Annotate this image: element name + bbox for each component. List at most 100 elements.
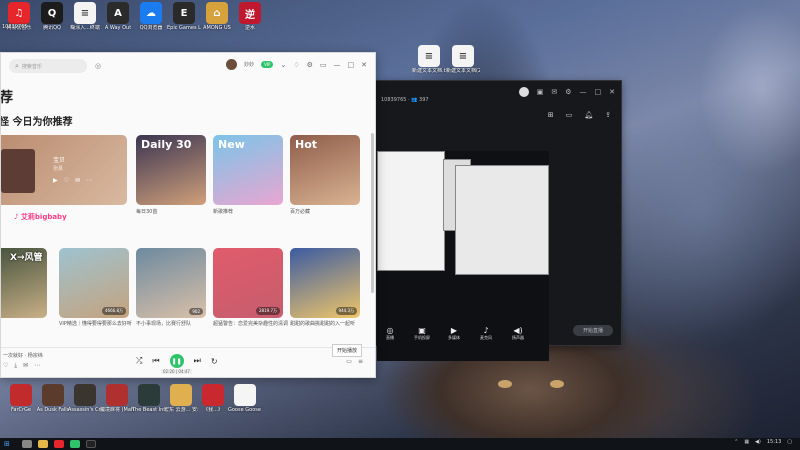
clock[interactable]: 15:13: [767, 439, 781, 445]
network-icon[interactable]: ▦: [744, 439, 749, 445]
desktop-game-icon[interactable]: 《我...》: [196, 384, 230, 413]
desktop-icon-label: 腾讯QQ: [43, 25, 61, 31]
desktop-icon-qq[interactable]: Q 腾讯QQ: [35, 2, 69, 31]
maximize-icon[interactable]: □: [595, 88, 602, 96]
next-icon[interactable]: ⏭: [194, 356, 201, 366]
username[interactable]: 妙妙: [244, 61, 254, 68]
playlist-card-recommend[interactable]: 宝贝 张悬 ▶♡✉⋯: [1, 135, 127, 205]
playlist-card-hot[interactable]: Hot: [290, 135, 360, 205]
card-caption: 新歌推荐: [213, 209, 234, 215]
page-title: 荐: [0, 90, 13, 106]
mail-icon[interactable]: ✉: [551, 88, 557, 96]
scrollbar[interactable]: [371, 133, 374, 293]
minimize-icon[interactable]: —: [580, 88, 587, 96]
chat-icon[interactable]: ▭: [566, 111, 573, 119]
desktop-game-icon[interactable]: 魔境麻将 (Mahjong...: [100, 384, 134, 413]
broadcast-icon: ◎: [386, 325, 394, 335]
share-icon[interactable]: ⇪: [605, 111, 611, 119]
close-icon[interactable]: ✕: [609, 88, 615, 96]
download-icon[interactable]: ⤓: [14, 362, 23, 369]
volume-icon[interactable]: ◀): [755, 439, 761, 445]
playlist-icon[interactable]: ≡: [358, 358, 363, 365]
live-tool-1[interactable]: ▣ 手机投屏: [411, 326, 433, 341]
avatar[interactable]: [518, 87, 529, 97]
search-input[interactable]: ⌕ 搜索音乐: [9, 59, 87, 73]
system-tray: ⌃ ▦ ◀) 15:13 ▢: [734, 439, 792, 445]
music-titlebar-right: 妙妙 VIP ⌄ ♢ ⚙ ▭ — □ ✕: [226, 59, 367, 70]
playlist-card-new[interactable]: New: [213, 135, 283, 205]
voice-search-icon[interactable]: ◎: [95, 62, 101, 70]
vip-badge[interactable]: VIP: [261, 61, 274, 68]
desktop-game-icon[interactable]: FarCrGe: [4, 384, 38, 413]
comment-icon[interactable]: ✉: [75, 177, 86, 184]
minimize-icon[interactable]: —: [334, 61, 341, 69]
prev-icon[interactable]: ⏮: [152, 356, 159, 366]
file-label: 新建文本文档.txt: [412, 68, 446, 74]
settings-icon[interactable]: ⚙: [565, 88, 571, 96]
mini-mode-icon[interactable]: ▭: [320, 61, 327, 69]
more-icon[interactable]: ⋯: [34, 362, 46, 369]
playlist-card-4[interactable]: 2819.7万: [213, 248, 283, 318]
desktop-icon-label: Assassin's Creed S...: [68, 407, 102, 413]
card-caption: 不小事现场，比赛行舒队: [136, 321, 192, 327]
music-taskbar-icon[interactable]: [70, 440, 80, 448]
desktop-icon-game-nz[interactable]: 逆逆水: [233, 2, 267, 31]
repeat-icon[interactable]: ↻: [211, 357, 218, 366]
desktop-icon-a-way-out[interactable]: AA Way Out: [101, 2, 135, 31]
skin-icon[interactable]: ♢: [293, 61, 299, 69]
desktop-icon-epic[interactable]: EEpic Games Launcher: [167, 2, 201, 31]
tiktok-icon: ♪: [14, 213, 19, 221]
like-icon[interactable]: ♡: [64, 177, 75, 184]
chevron-down-icon[interactable]: ⌄: [280, 61, 286, 69]
desktop-icon-label: QQ浏览器: [139, 25, 163, 31]
player-bar: 一次就好 · 杨宗纬 ♡⤓✉⋯ ⤮ ⏮ ❚❚ ⏭ ↻ 02:20 | 04:47…: [1, 347, 375, 377]
maximize-icon[interactable]: □: [348, 61, 355, 69]
search-icon[interactable]: [22, 440, 32, 448]
qq-icon: Q: [41, 2, 63, 24]
live-tool-3[interactable]: ♪ 麦克风: [475, 326, 497, 341]
playlist-card-daily30[interactable]: Daily 30: [136, 135, 206, 205]
game-icon: [106, 384, 128, 406]
avatar[interactable]: [226, 59, 238, 70]
live-tool-0[interactable]: ◎ 直播: [379, 326, 401, 341]
comment-icon[interactable]: ✉: [23, 362, 34, 369]
more-icon[interactable]: ⋯: [86, 177, 98, 184]
desktop-icon-label: 《我...》: [203, 407, 223, 413]
qq-browser-icon: ☁: [140, 2, 162, 24]
desktop-icon-qq-browser[interactable]: ☁ QQ浏览器: [134, 2, 168, 31]
gift-box-icon[interactable]: ⊞: [548, 111, 554, 119]
play-icon[interactable]: ▶: [53, 177, 64, 184]
shuffle-icon[interactable]: ⤮: [136, 356, 142, 366]
settings-icon[interactable]: ⚙: [307, 61, 313, 69]
song-title: 宝贝: [53, 157, 66, 164]
desktop-game-icon[interactable]: As Dusk Falls: [36, 384, 70, 413]
desktop-game-icon[interactable]: 宏东 云游... 安卓游戏...: [164, 384, 198, 413]
close-icon[interactable]: ✕: [361, 61, 367, 69]
desktop-game-icon[interactable]: Goose Goose Duck: [228, 384, 262, 413]
notification-icon[interactable]: ▢: [787, 439, 792, 445]
bell-icon[interactable]: 🔔︎: [584, 111, 593, 119]
chevron-up-icon[interactable]: ⌃: [734, 439, 738, 445]
desktop-file-1[interactable]: ≡ 新建文本文档.txt: [412, 45, 446, 74]
desktop-game-icon[interactable]: The Beast Inside: [132, 384, 166, 413]
start-live-button[interactable]: 开始直播: [573, 325, 613, 336]
desktop-icon-doc[interactable]: ≡ 糊涂入...终端: [68, 2, 102, 31]
desktop-file-2[interactable]: ≡ 新建文本文档(2).txt: [446, 45, 480, 74]
live-tool-4[interactable]: ◀) 扬声器: [507, 326, 529, 341]
like-icon[interactable]: ♡: [3, 362, 14, 369]
netease-taskbar-icon[interactable]: [54, 440, 64, 448]
playlist-card-3[interactable]: 902: [136, 248, 206, 318]
gift-icon[interactable]: ▣: [537, 88, 544, 96]
playlist-card-2[interactable]: 4666.8万: [59, 248, 129, 318]
live-taskbar-icon[interactable]: [86, 440, 96, 448]
explorer-icon[interactable]: [38, 440, 48, 448]
desktop-icon-among-us[interactable]: ⌂ AMONG US: [200, 2, 234, 31]
quality-icon[interactable]: ▭: [346, 358, 352, 365]
windows-start-icon[interactable]: ⊞: [4, 440, 16, 448]
live-tool-2[interactable]: ▶ 多媒体: [443, 326, 465, 341]
pause-button[interactable]: ❚❚: [169, 354, 184, 368]
desktop-icon-label: Epic Games Launcher: [167, 25, 201, 31]
playlist-card-5[interactable]: 944.3万: [290, 248, 360, 318]
desktop-game-icon[interactable]: Assassin's Creed S...: [68, 384, 102, 413]
text-file-icon: ≡: [452, 45, 474, 67]
